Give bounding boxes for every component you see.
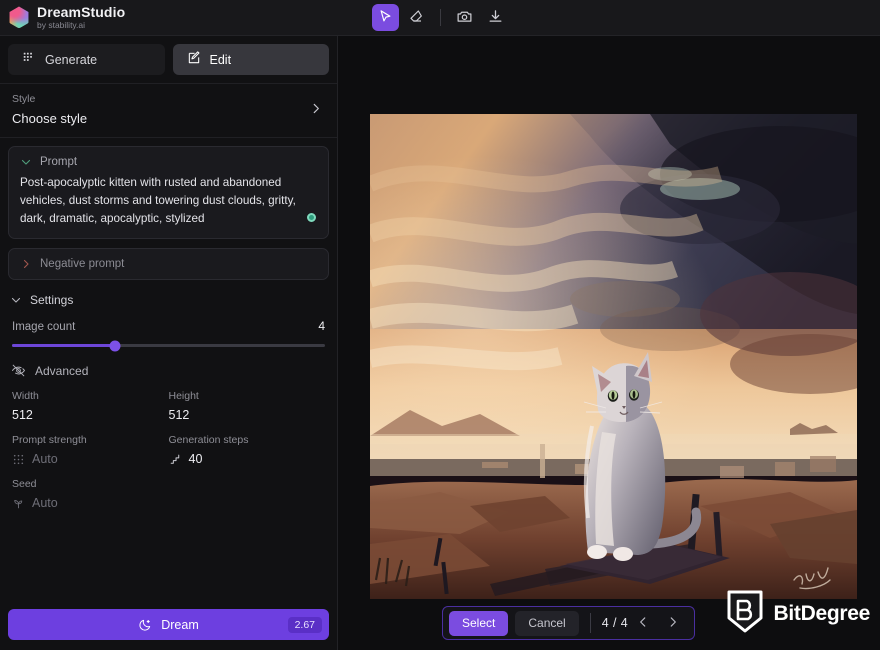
generation-steps-value: 40: [188, 452, 203, 467]
artwork-illustration: [370, 114, 857, 599]
previous-image-button[interactable]: [628, 615, 658, 632]
seed-label: Seed: [12, 478, 37, 491]
pencil-square-icon: [187, 51, 201, 68]
dream-button[interactable]: Dream 2.67: [8, 609, 329, 640]
eye-off-icon: [11, 363, 26, 378]
strength-steps-row: Prompt strength Auto Generation steps 40: [0, 422, 337, 466]
width-field[interactable]: Width 512: [12, 390, 169, 422]
generation-steps-label: Generation steps: [168, 434, 249, 447]
download-tool-button[interactable]: [482, 4, 509, 31]
image-count-control: Image count 4: [0, 314, 337, 352]
style-selector[interactable]: Style Choose style: [0, 84, 337, 137]
width-label: Width: [12, 390, 39, 403]
seed-value: Auto: [32, 496, 58, 511]
action-bar-divider: [589, 613, 591, 633]
gradient-hexagon-logo-icon: [9, 6, 29, 29]
dream-button-label: Dream: [161, 617, 199, 632]
prompt-strength-label: Prompt strength: [12, 434, 87, 447]
prompt-card[interactable]: Prompt Post-apocalyptic kitten with rust…: [8, 146, 329, 240]
tab-generate[interactable]: Generate: [8, 44, 165, 75]
cursor-arrow-icon: [378, 9, 393, 27]
height-label: Height: [168, 390, 199, 403]
prompt-strength-value: Auto: [32, 452, 58, 467]
camera-icon: [456, 8, 473, 28]
chevron-right-icon: [20, 258, 32, 270]
tab-generate-label: Generate: [45, 52, 98, 67]
height-value: 512: [168, 408, 190, 423]
sprout-icon: [12, 497, 25, 510]
eraser-tool-button[interactable]: [403, 4, 430, 31]
style-label: Style: [12, 93, 36, 105]
moon-icon: [138, 618, 152, 632]
negative-prompt-label: Negative prompt: [40, 258, 125, 271]
width-value: 512: [12, 408, 33, 423]
watermark-label: BitDegree: [773, 601, 871, 625]
image-counter: 4 / 4: [601, 616, 629, 630]
dream-button-container: Dream 2.67: [0, 600, 337, 650]
next-image-button[interactable]: [658, 615, 688, 632]
chevron-right-icon: [309, 101, 323, 120]
select-button[interactable]: Select: [449, 610, 509, 636]
slider-fill: [12, 344, 116, 348]
dreamstudio-app: DreamStudio by stability.ai Generate Edi…: [0, 0, 880, 650]
generated-artwork[interactable]: [370, 114, 857, 599]
chevron-left-icon: [636, 615, 650, 632]
top-bar: DreamStudio by stability.ai: [0, 0, 880, 36]
chevron-right-icon: [666, 615, 680, 632]
prompt-strength-field[interactable]: Prompt strength Auto: [12, 434, 169, 466]
chevron-down-icon: [10, 294, 22, 306]
settings-section-header[interactable]: Settings: [0, 280, 337, 314]
chevron-down-icon: [20, 156, 32, 168]
eraser-icon: [408, 8, 424, 27]
canvas-area[interactable]: Select Cancel 4 / 4 BitDegree: [338, 36, 880, 650]
slider-thumb[interactable]: [109, 340, 121, 352]
height-field[interactable]: Height 512: [169, 390, 326, 422]
app-title: DreamStudio: [37, 3, 126, 20]
divider-style: [0, 137, 337, 138]
app-subtitle: by stability.ai: [37, 20, 86, 31]
cursor-tool-button[interactable]: [371, 4, 399, 31]
steps-icon: [169, 453, 182, 466]
negative-prompt-card[interactable]: Negative prompt: [8, 248, 329, 281]
image-action-bar: Select Cancel 4 / 4: [442, 606, 696, 640]
seed-field[interactable]: Seed Auto: [12, 478, 325, 510]
brand: DreamStudio by stability.ai: [0, 3, 338, 31]
advanced-toggle[interactable]: Advanced: [0, 347, 337, 378]
download-icon: [487, 8, 504, 28]
settings-title: Settings: [30, 293, 74, 308]
tab-edit-label: Edit: [209, 52, 232, 67]
camera-tool-button[interactable]: [451, 4, 478, 31]
image-count-label: Image count: [12, 321, 76, 334]
prompt-title: Prompt: [40, 156, 78, 168]
mode-tabs: Generate Edit: [0, 36, 337, 83]
cancel-button[interactable]: Cancel: [515, 610, 579, 636]
toolbar-divider: [439, 9, 441, 26]
image-count-slider[interactable]: [12, 340, 325, 352]
dots-grid-icon: [12, 453, 25, 466]
grid-squares-icon: [22, 51, 36, 68]
image-count-value: 4: [318, 319, 325, 334]
dimensions-row: Width 512 Height 512: [0, 378, 337, 422]
style-value: Choose style: [12, 111, 88, 126]
tab-edit[interactable]: Edit: [172, 44, 329, 75]
advanced-label: Advanced: [35, 363, 89, 378]
credits-badge: 2.67: [287, 616, 322, 633]
prompt-input[interactable]: Post-apocalyptic kitten with rusted and …: [20, 174, 317, 227]
generation-steps-field[interactable]: Generation steps 40: [169, 434, 326, 466]
sidebar: Generate Edit Style Choose style Prompt …: [0, 36, 338, 650]
seed-row: Seed Auto: [0, 466, 337, 510]
